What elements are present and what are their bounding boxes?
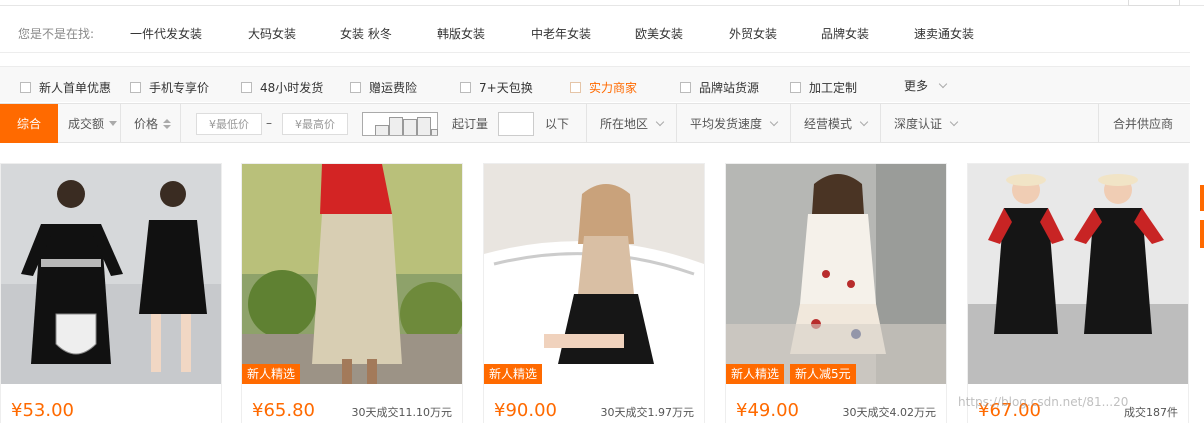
filter-7day-exchange[interactable]: 7+天包换 (460, 79, 533, 96)
region-dropdown[interactable]: 所在地区 (600, 104, 665, 143)
product-sales: 30天成交1.97万元 (600, 406, 695, 419)
chevron-down-icon (769, 117, 779, 126)
checkbox[interactable] (350, 82, 361, 93)
checkbox[interactable] (460, 82, 471, 93)
suggestion-item[interactable]: 女装 秋冬 (340, 25, 392, 42)
checkbox[interactable] (241, 82, 252, 93)
product-badge: 新人精选 (726, 364, 785, 384)
product-image[interactable] (968, 164, 1188, 384)
sort-down-icon (109, 121, 118, 126)
product-price: ¥90.00 (494, 400, 557, 421)
max-price-input[interactable]: ¥最高价 (282, 113, 348, 135)
divider (120, 104, 121, 143)
ship-speed-dropdown[interactable]: 平均发货速度 (690, 104, 779, 143)
checkbox[interactable] (20, 82, 31, 93)
product-card[interactable]: ¥53.00 (0, 163, 222, 423)
price-range-dash: – (266, 116, 272, 130)
checkbox[interactable] (680, 82, 691, 93)
min-price-input[interactable]: ¥最低价 (196, 113, 262, 135)
product-image[interactable]: 新人精选 新人减5元 (726, 164, 946, 384)
chevron-down-icon (859, 117, 869, 126)
checkbox[interactable] (790, 82, 801, 93)
divider (1098, 104, 1099, 143)
divider (790, 104, 791, 143)
chevron-down-icon (949, 117, 959, 126)
product-image[interactable]: 新人精选 (242, 164, 462, 384)
sort-volume-tab[interactable]: 成交额 (68, 104, 118, 143)
sort-updown-icon (163, 118, 172, 129)
filter-shipping-insurance[interactable]: 赠运费险 (350, 79, 417, 96)
histogram-bar (389, 117, 403, 135)
histogram-bar (417, 117, 431, 135)
suggestion-item[interactable]: 速卖通女装 (914, 25, 974, 42)
suggestion-item[interactable]: 欧美女装 (635, 25, 683, 42)
product-card[interactable]: 新人精选 ¥65.80 30天成交11.10万元 (241, 163, 463, 423)
price-distribution-histogram[interactable] (362, 112, 438, 136)
moq-input[interactable] (498, 112, 534, 136)
biz-mode-dropdown[interactable]: 经营模式 (804, 104, 869, 143)
sort-price-tab[interactable]: 价格 (134, 104, 172, 143)
certification-dropdown[interactable]: 深度认证 (894, 104, 959, 143)
checkbox[interactable] (570, 82, 581, 93)
filter-brand-source[interactable]: 品牌站货源 (680, 79, 759, 96)
merge-suppliers-toggle[interactable]: 合并供应商 (1113, 104, 1173, 143)
product-sales: 成交187件 (1124, 406, 1178, 419)
suggestion-item[interactable]: 大码女装 (248, 25, 296, 42)
product-sales: 30天成交11.10万元 (351, 406, 453, 419)
suggestion-label: 您是不是在找: (18, 27, 95, 41)
suggestion-row: 您是不是在找: 一件代发女装 大码女装 女装 秋冬 韩版女装 中老年女装 欧美女… (0, 15, 1190, 53)
product-badge: 新人精选 (242, 364, 301, 384)
product-card[interactable]: ¥67.00 成交187件 (967, 163, 1189, 423)
sort-bar: 综合 成交额 价格 ¥最低价 – ¥最高价 起订量 以下 所在地区 平均发货速度… (0, 103, 1190, 143)
suggestion-item[interactable]: 韩版女装 (437, 25, 485, 42)
top-strip (0, 0, 1204, 6)
divider (676, 104, 677, 143)
filter-48h-ship[interactable]: 48小时发货 (241, 79, 323, 96)
suggestion-item[interactable]: 一件代发女装 (130, 25, 202, 42)
product-badge: 新人精选 (484, 364, 543, 384)
moq-label: 起订量 (452, 117, 489, 131)
top-corner-button[interactable] (1128, 0, 1180, 6)
product-price: ¥49.00 (736, 400, 799, 421)
product-price: ¥53.00 (11, 400, 74, 421)
chevron-down-icon (655, 117, 665, 126)
chevron-down-icon (938, 79, 948, 88)
watermark: https://blog.csdn.net/81...20 (958, 395, 1129, 409)
histogram-bar (375, 125, 389, 135)
checkbox[interactable] (130, 82, 141, 93)
filter-mobile-price[interactable]: 手机专享价 (130, 79, 209, 96)
product-image[interactable] (1, 164, 221, 384)
suggestion-item[interactable]: 品牌女装 (821, 25, 869, 42)
sort-comprehensive-tab[interactable]: 综合 (0, 104, 58, 143)
filter-custom-processing[interactable]: 加工定制 (790, 79, 857, 96)
divider (180, 104, 181, 143)
feature-filter-row: 新人首单优惠 手机专享价 48小时发货 赠运费险 7+天包换 实力商家 品牌站货… (0, 66, 1190, 102)
side-float-tab[interactable] (1200, 185, 1204, 211)
product-image[interactable]: 新人精选 (484, 164, 704, 384)
divider (880, 104, 881, 143)
product-badge: 新人减5元 (790, 364, 856, 384)
product-price: ¥65.80 (252, 400, 315, 421)
below-label: 以下 (545, 117, 570, 131)
more-filters-button[interactable]: 更多 (904, 77, 948, 94)
suggestion-item[interactable]: 中老年女装 (531, 25, 591, 42)
product-card[interactable]: 新人精选 新人减5元 ¥49.00 30天成交4.02万元 (725, 163, 947, 423)
histogram-bar (403, 119, 417, 135)
divider (586, 104, 587, 143)
filter-power-merchant[interactable]: 实力商家 (570, 79, 637, 96)
suggestion-item[interactable]: 外贸女装 (729, 25, 777, 42)
side-float-tab[interactable] (1200, 220, 1204, 248)
filter-new-user[interactable]: 新人首单优惠 (20, 79, 111, 96)
product-card[interactable]: 新人精选 ¥90.00 30天成交1.97万元 (483, 163, 705, 423)
histogram-bar (431, 129, 438, 135)
product-sales: 30天成交4.02万元 (842, 406, 937, 419)
